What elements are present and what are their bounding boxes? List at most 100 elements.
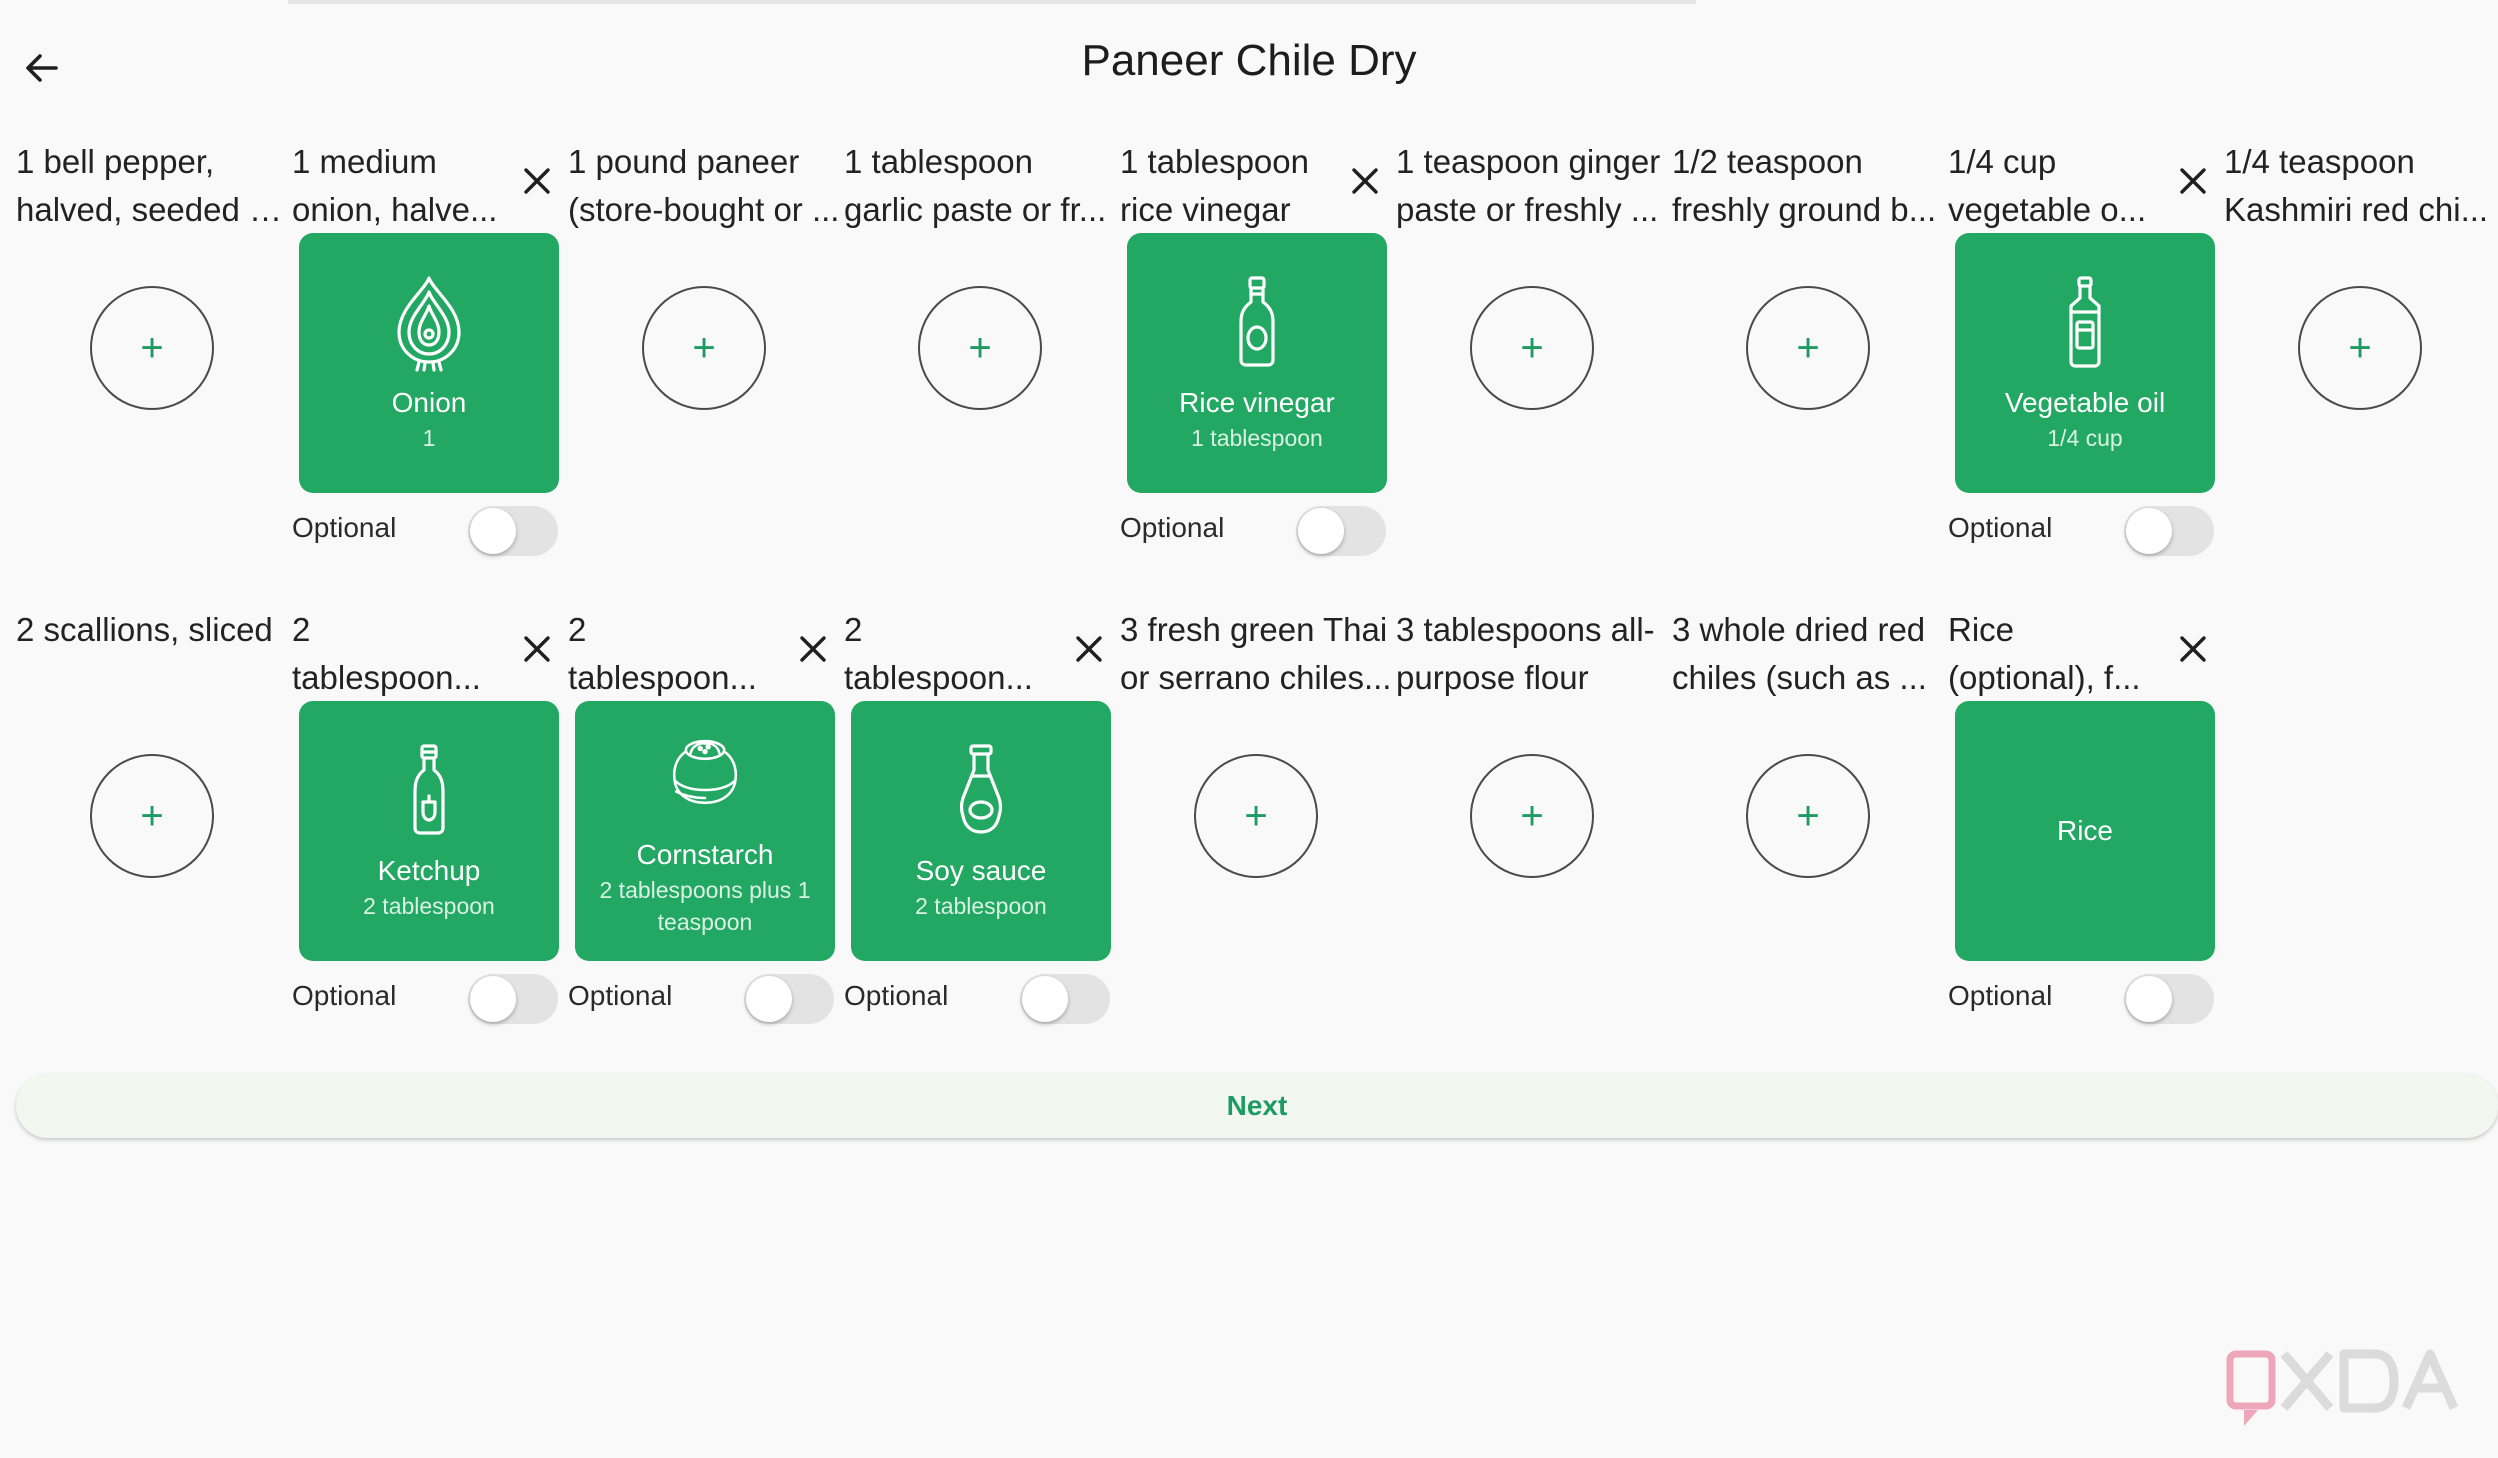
ingredient-card-soy-sauce[interactable]: Soy sauce 2 tablespoon	[851, 701, 1111, 961]
ingredient-description: 2 tablespoon...	[568, 606, 786, 702]
ingredient-card-name: Rice vinegar	[1179, 387, 1335, 418]
optional-label: Optional	[568, 980, 673, 1011]
ingredient-description-line: 3 fresh green Thai	[1120, 611, 1388, 648]
close-icon	[524, 636, 550, 662]
optional-toggle[interactable]	[468, 506, 558, 556]
ingredient-description-line: 1 medium	[292, 143, 437, 180]
ingredient-description-line: 3 tablespoons all-	[1396, 611, 1655, 648]
ingredient-card-quantity: 2 tablespoons plus 1 teaspoon	[599, 877, 811, 935]
ingredient-description-line: 2	[844, 611, 863, 648]
ingredient-description-line: 1 bell pepper,	[16, 143, 215, 180]
ingredient-description: 1 medium onion, halve...	[292, 138, 510, 234]
remove-match-button[interactable]	[514, 158, 560, 204]
toggle-knob	[2126, 976, 2172, 1022]
optional-label: Optional	[1948, 512, 2053, 543]
next-button[interactable]: Next	[16, 1074, 2498, 1138]
remove-match-button[interactable]	[514, 626, 560, 672]
add-ingredient-button[interactable]: +	[1194, 754, 1318, 878]
rice-vinegar-icon	[1217, 272, 1297, 372]
plus-icon: +	[1244, 793, 1268, 838]
ingredient-description: 3 tablespoons all-purpose flour	[1396, 606, 1672, 702]
remove-match-button[interactable]	[1342, 158, 1388, 204]
ingredient-description-line: (optional), f...	[1948, 659, 2141, 696]
xda-watermark-logo	[2226, 1349, 2459, 1426]
ingredient-description: 3 fresh green Thai or serrano chiles...	[1120, 606, 1396, 702]
optional-toggle[interactable]	[1296, 506, 1386, 556]
toggle-knob	[2126, 508, 2172, 554]
optional-label: Optional	[844, 980, 949, 1011]
add-ingredient-button[interactable]: +	[1470, 286, 1594, 410]
add-ingredient-button[interactable]: +	[642, 286, 766, 410]
close-icon	[1352, 168, 1378, 194]
remove-match-button[interactable]	[2170, 626, 2216, 672]
ingredient-description-line: tablespoon...	[292, 659, 481, 696]
ingredient-card-name: Rice	[2056, 815, 2113, 846]
ingredient-description-line: onion, halve...	[292, 191, 498, 228]
ingredient-description-line: 2 scallions, sliced	[16, 611, 273, 648]
ingredient-description: 1 bell pepper, halved, seeded a...	[16, 138, 292, 234]
ingredient-description-line: 3 whole dried red	[1672, 611, 1926, 648]
ingredient-description: 3 whole dried red chiles (such as ...	[1672, 606, 1948, 702]
ingredient-description-line: (store-bought or ...	[568, 191, 840, 228]
ingredient-description-line: or serrano chiles...	[1120, 659, 1392, 696]
plus-icon: +	[968, 325, 992, 370]
add-ingredient-button[interactable]: +	[1470, 754, 1594, 878]
ingredient-description-line: 1/4 teaspoon	[2224, 143, 2415, 180]
plus-icon: +	[1520, 793, 1544, 838]
ingredient-card-vegetable-oil[interactable]: Vegetable oil 1/4 cup	[1955, 233, 2215, 493]
toggle-knob	[746, 976, 792, 1022]
remove-match-button[interactable]	[1066, 626, 1112, 672]
ingredient-description: 1/4 cup vegetable o...	[1948, 138, 2166, 234]
ingredient-description-line: halved, seeded a...	[16, 191, 292, 228]
ingredient-card-rice-vinegar[interactable]: Rice vinegar 1 tablespoon	[1127, 233, 1387, 493]
ingredient-description-line: 1/2 teaspoon	[1672, 143, 1863, 180]
optional-toggle[interactable]	[2124, 506, 2214, 556]
optional-toggle[interactable]	[468, 974, 558, 1024]
ingredient-card-onion[interactable]: Onion 1	[299, 233, 559, 493]
optional-toggle[interactable]	[1020, 974, 1110, 1024]
ingredient-card-rice[interactable]: Rice	[1955, 701, 2215, 961]
plus-icon: +	[692, 325, 716, 370]
ingredient-description-line: vegetable o...	[1948, 191, 2147, 228]
ingredient-description-line: tablespoon...	[844, 659, 1033, 696]
toggle-knob	[470, 508, 516, 554]
ingredient-card-quantity: 2 tablespoon	[363, 893, 495, 919]
toggle-knob	[1298, 508, 1344, 554]
ingredient-card-name: Soy sauce	[915, 855, 1047, 886]
ingredient-card-name: Ketchup	[377, 855, 481, 886]
soy-sauce-icon	[941, 740, 1021, 840]
ingredient-card-name: Vegetable oil	[2004, 387, 2166, 418]
plus-icon: +	[2348, 325, 2372, 370]
ingredient-card-ketchup[interactable]: Ketchup 2 tablespoon	[299, 701, 559, 961]
add-ingredient-button[interactable]: +	[90, 286, 214, 410]
ingredient-description: 1 pound paneer (store-bought or ...	[568, 138, 844, 234]
ingredient-description: Rice (optional), f...	[1948, 606, 2166, 702]
onion-icon	[389, 272, 469, 372]
ingredient-card-name: Cornstarch	[636, 839, 774, 870]
add-ingredient-button[interactable]: +	[1746, 286, 1870, 410]
optional-label: Optional	[1120, 512, 1225, 543]
close-icon	[1076, 636, 1102, 662]
add-ingredient-button[interactable]: +	[90, 754, 214, 878]
add-ingredient-button[interactable]: +	[2298, 286, 2422, 410]
add-ingredient-button[interactable]: +	[1746, 754, 1870, 878]
optional-toggle[interactable]	[744, 974, 834, 1024]
plus-icon: +	[1520, 325, 1544, 370]
optional-label: Optional	[292, 980, 397, 1011]
ingredient-description-line: garlic paste or fr...	[844, 191, 1107, 228]
ingredient-description-line: 1 tablespoon	[1120, 143, 1309, 180]
optional-toggle[interactable]	[2124, 974, 2214, 1024]
add-ingredient-button[interactable]: +	[918, 286, 1042, 410]
remove-match-button[interactable]	[790, 626, 836, 672]
remove-match-button[interactable]	[2170, 158, 2216, 204]
ingredient-card-quantity: 1	[422, 425, 436, 451]
ingredient-description-line: 1 tablespoon	[844, 143, 1033, 180]
ingredient-description-line: chiles (such as ...	[1672, 659, 1927, 696]
ingredient-description-line: freshly ground b...	[1672, 191, 1937, 228]
ingredient-card-quantity: 1/4 cup	[2047, 425, 2123, 451]
top-scroll-indicator	[288, 0, 1696, 4]
ingredient-card-cornstarch[interactable]: Cornstarch 2 tablespoons plus 1 teaspoon	[575, 701, 835, 961]
page-title: Paneer Chile Dry	[1081, 36, 1417, 85]
optional-label: Optional	[292, 512, 397, 543]
ingredient-description-line: 1 pound paneer	[568, 143, 800, 180]
